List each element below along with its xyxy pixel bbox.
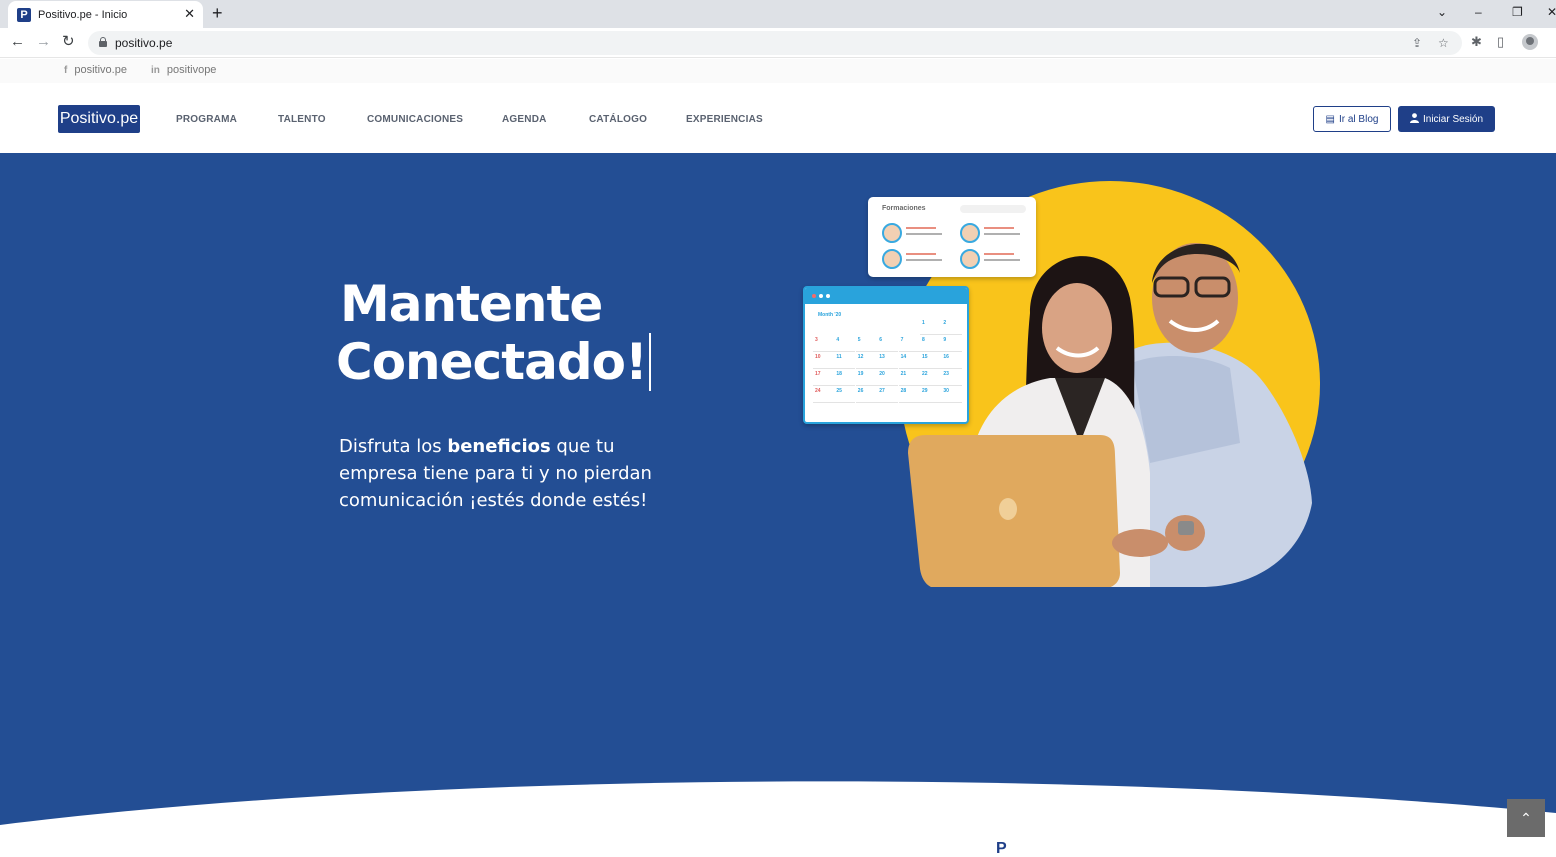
calendar-day: 11 <box>834 352 856 369</box>
calendar-day: 18 <box>834 369 856 386</box>
calendar-day: 20 <box>877 369 899 386</box>
hero-title-line2: Conectado! <box>336 333 651 391</box>
share-icon[interactable]: ⇪ <box>1412 35 1422 51</box>
hero-description: Disfruta los beneficios que tu empresa t… <box>339 433 669 514</box>
calendar-day: 4 <box>834 335 856 352</box>
calendar-day: 26 <box>855 386 877 403</box>
hero-text-bold: beneficios <box>447 436 551 457</box>
extensions-icon[interactable]: ✱ <box>1471 34 1482 50</box>
hero-section: Mantente Conectado! Disfruta los benefic… <box>0 153 1556 850</box>
hero-title: Mantente Conectado! <box>336 275 651 391</box>
linkedin-label: positivope <box>166 64 217 76</box>
calendar-day: 27 <box>877 386 899 403</box>
nav-item-talento[interactable]: TALENTO <box>278 114 326 125</box>
side-panel-icon[interactable]: ▯ <box>1497 34 1504 50</box>
calendar-day: 14 <box>898 352 920 369</box>
close-window-button[interactable]: ✕ <box>1547 4 1556 20</box>
favicon-icon: P <box>17 7 31 22</box>
newspaper-icon: ▤ <box>1325 113 1335 125</box>
login-button-label: Iniciar Sesión <box>1422 113 1484 125</box>
tab-search-icon[interactable]: ⌄ <box>1437 4 1447 20</box>
site-logo[interactable]: Positivo.pe <box>58 105 140 133</box>
calendar-day: 1 <box>920 318 941 335</box>
linkedin-link[interactable]: in positivope <box>151 64 216 76</box>
site-header: Positivo.pe PROGRAMA TALENTO COMUNICACIO… <box>0 83 1556 153</box>
calendar-day: 5 <box>855 335 877 352</box>
nav-item-catalogo[interactable]: CATÁLOGO <box>589 114 647 125</box>
calendar-day: 16 <box>941 352 963 369</box>
browser-tab[interactable]: P Positivo.pe - Inicio ✕ <box>8 1 203 28</box>
calendar-day: 30 <box>941 386 963 403</box>
browser-tab-bar: P Positivo.pe - Inicio ✕ + ⌄ – ❐ ✕ <box>0 0 1556 28</box>
calendar-day: 22 <box>920 369 941 386</box>
calendar-day: 2 <box>941 318 963 335</box>
url-text[interactable]: positivo.pe <box>115 36 172 50</box>
blog-button[interactable]: ▤ Ir al Blog <box>1313 106 1391 132</box>
chevron-up-icon: ⌃ <box>1520 809 1532 826</box>
avatar-icon <box>960 223 980 243</box>
formaciones-search-bar <box>960 205 1026 213</box>
calendar-day: 25 <box>834 386 856 403</box>
calendar-day: 7 <box>898 335 920 352</box>
section-heading-peek: P <box>996 840 1007 857</box>
back-button[interactable]: ← <box>10 33 25 51</box>
formaciones-card: Formaciones <box>868 197 1036 277</box>
calendar-day: 8 <box>920 335 941 352</box>
formaciones-card-title: Formaciones <box>882 205 926 212</box>
nav-item-agenda[interactable]: AGENDA <box>502 114 547 125</box>
forward-button[interactable]: → <box>36 33 51 51</box>
reload-button[interactable]: ↻ <box>62 33 75 51</box>
social-bar: f positivo.pe in positivope <box>0 59 1556 83</box>
browser-toolbar: ← → ↻ positivo.pe ⇪ ☆ <box>0 28 1556 58</box>
facebook-icon: f <box>64 64 68 76</box>
login-button[interactable]: Iniciar Sesión <box>1398 106 1495 132</box>
profile-avatar-icon[interactable] <box>1522 34 1538 50</box>
lock-icon[interactable] <box>99 37 107 47</box>
calendar-day: 21 <box>898 369 920 386</box>
user-icon <box>1409 112 1419 126</box>
calendar-day: 12 <box>855 352 877 369</box>
avatar-icon <box>960 249 980 269</box>
hero-text-before: Disfruta los <box>339 436 448 457</box>
hero-bottom-curve <box>0 781 1556 850</box>
nav-item-comunicaciones[interactable]: COMUNICACIONES <box>367 114 463 125</box>
nav-item-experiencias[interactable]: EXPERIENCIAS <box>686 114 763 125</box>
avatar-icon <box>882 223 902 243</box>
calendar-day: 28 <box>898 386 920 403</box>
calendar-day: 9 <box>941 335 963 352</box>
linkedin-icon: in <box>151 64 160 76</box>
calendar-day: 19 <box>855 369 877 386</box>
calendar-day: 3 <box>813 335 834 352</box>
address-bar[interactable]: positivo.pe ⇪ ☆ <box>88 31 1462 55</box>
hero-title-line1: Mantente <box>340 275 603 333</box>
calendar-month-label: Month '20 <box>818 312 842 318</box>
blog-button-label: Ir al Blog <box>1338 113 1379 125</box>
facebook-link[interactable]: f positivo.pe <box>64 64 127 76</box>
calendar-day: 23 <box>941 369 963 386</box>
tab-title: Positivo.pe - Inicio <box>38 8 128 21</box>
calendar-day: 15 <box>920 352 941 369</box>
calendar-day: 10 <box>813 352 834 369</box>
facebook-label: positivo.pe <box>74 64 127 76</box>
calendar-day: 13 <box>877 352 899 369</box>
calendar-day: 29 <box>920 386 941 403</box>
minimize-button[interactable]: – <box>1475 4 1482 20</box>
calendar-day: 17 <box>813 369 834 386</box>
close-tab-icon[interactable]: ✕ <box>184 6 195 22</box>
calendar-day: 24 <box>813 386 834 403</box>
new-tab-button[interactable]: + <box>212 3 223 23</box>
calendar-day: 6 <box>877 335 899 352</box>
nav-item-programa[interactable]: PROGRAMA <box>176 114 237 125</box>
bookmark-star-icon[interactable]: ☆ <box>1438 35 1449 51</box>
restore-button[interactable]: ❐ <box>1512 4 1523 20</box>
scroll-to-top-button[interactable]: ⌃ <box>1507 799 1545 837</box>
avatar-icon <box>882 249 902 269</box>
calendar-card-header <box>805 288 967 304</box>
calendar-card: Month '20 1 2 3 4 5 6 7 8 9 10 11 12 13 14 15 16 17 18 19 2… <box>803 286 969 424</box>
